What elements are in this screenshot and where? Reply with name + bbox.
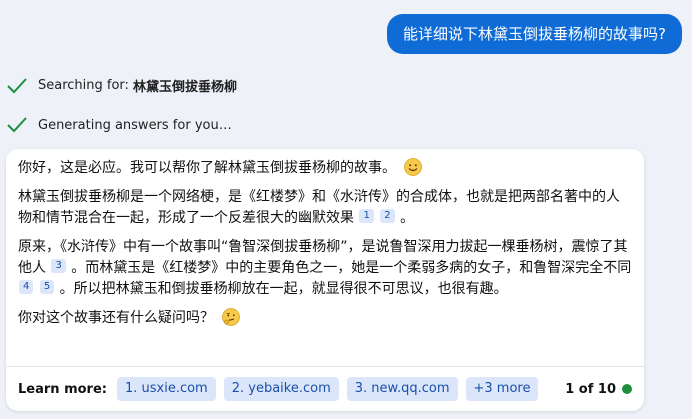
answer-text: 。而林黛玉是《红楼梦》中的主要角色之一，她是一个柔弱多病的女子，和鲁智深完全不同 [71,260,632,276]
answer-text: 你好，这是必应。我可以帮你了解林黛玉倒拔垂杨柳的故事。 [18,160,396,176]
source-link-3[interactable]: 3. new.qq.com [346,377,458,401]
more-sources-link[interactable]: +3 more [465,377,539,401]
source-link-2[interactable]: 2. yebaike.com [223,377,339,401]
citation-4[interactable]: 4 [19,280,34,294]
answer-text: 林黛玉倒拔垂杨柳是一个网络梗，是《红楼梦》和《水浒传》的合成体，也就是把两部名著… [18,189,620,226]
status-dot-icon [622,384,632,394]
answer-text: 你对这个故事还有什么疑问吗？ [18,310,214,326]
answer-paragraph-1: 你好，这是必应。我可以帮你了解林黛玉倒拔垂杨柳的故事。 [18,158,632,179]
status-searching: Searching for: 林黛玉倒拔垂杨柳 [6,76,237,95]
citation-3[interactable]: 3 [51,259,66,273]
citation-1[interactable]: 1 [359,209,374,223]
search-query: 林黛玉倒拔垂杨柳 [132,80,237,95]
response-counter: 1 of 10 [565,382,632,397]
source-link-1[interactable]: 1. usxie.com [116,377,216,401]
thinking-emoji-icon [222,308,241,326]
smile-emoji-icon [404,158,423,176]
answer-text: 。所以把林黛玉和倒拔垂杨柳放在一起，就显得很不可思议，也很有趣。 [59,281,508,297]
answer-text: 。 [400,210,415,226]
answer-paragraph-3: 原来，《水浒传》中有一个故事叫“鲁智深倒拔垂杨柳”，是说鲁智深用力拔起一棵垂杨树… [18,237,632,300]
answer-paragraph-4: 你对这个故事还有什么疑问吗？ [18,308,632,329]
citation-5[interactable]: 5 [39,280,55,294]
check-icon [7,117,27,133]
answer-card: 你好，这是必应。我可以帮你了解林黛玉倒拔垂杨柳的故事。 林黛玉倒拔垂杨柳是一个网… [6,149,644,411]
status-generating: Generating answers for you… [6,116,232,134]
status-prefix: Searching for: [38,78,129,93]
answer-body: 你好，这是必应。我可以帮你了解林黛玉倒拔垂杨柳的故事。 林黛玉倒拔垂杨柳是一个网… [6,149,644,329]
learn-more-bar: Learn more: 1. usxie.com 2. yebaike.com … [6,366,644,411]
page-counter-text: 1 of 10 [565,381,616,397]
status-prefix: Generating answers for you… [38,117,232,133]
answer-paragraph-2: 林黛玉倒拔垂杨柳是一个网络梗，是《红楼梦》和《水浒传》的合成体，也就是把两部名著… [18,187,632,229]
check-icon [7,77,27,93]
learn-more-label: Learn more: [18,381,107,397]
user-message-bubble: 能详细说下林黛玉倒拔垂杨柳的故事吗? [387,14,682,54]
citation-2[interactable]: 2 [380,209,395,223]
